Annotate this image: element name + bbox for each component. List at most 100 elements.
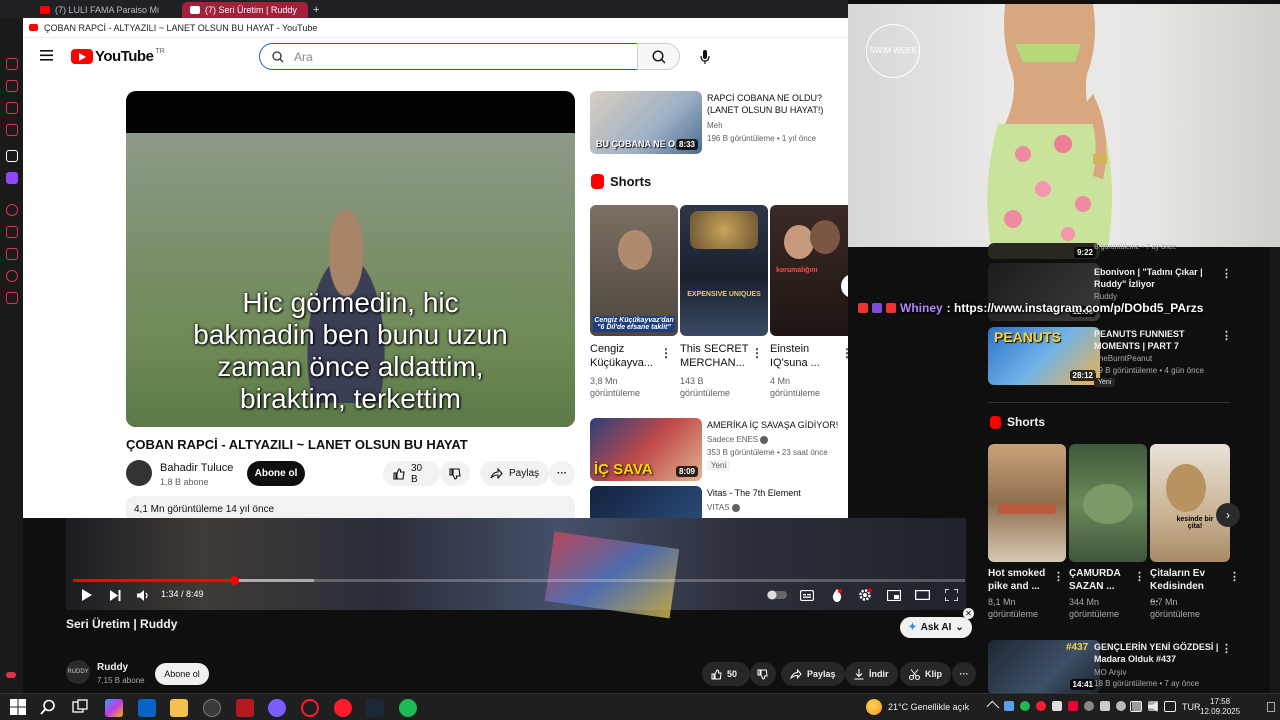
description-box[interactable]: 4,1 Mn görüntüleme 14 yıl önce <box>126 496 575 518</box>
short-title[interactable]: ÇAMURDA SAZAN ... <box>1069 567 1133 593</box>
page-scrollbar[interactable] <box>1270 247 1280 697</box>
channel-name[interactable]: Ruddy <box>97 662 128 673</box>
twitch-icon[interactable] <box>6 172 18 184</box>
channel-name[interactable]: Bahadir Tuluce <box>160 462 233 474</box>
progress-scrubber[interactable] <box>229 576 239 585</box>
show-desktop-button[interactable] <box>1267 702 1275 712</box>
share-button[interactable]: Paylaş <box>781 662 845 686</box>
search-input[interactable]: Ara <box>259 43 638 70</box>
short-card[interactable]: Cengiz Küçükayvaz'dan "6 Dil'de efsane t… <box>590 205 678 336</box>
search-button[interactable] <box>637 43 680 70</box>
tray-app-icon[interactable] <box>1116 701 1126 711</box>
spotify-icon[interactable] <box>399 699 417 717</box>
short-card[interactable] <box>988 444 1066 562</box>
app-icon[interactable] <box>236 699 254 717</box>
new-tab-button[interactable]: + <box>305 2 327 18</box>
tray-app-icon[interactable] <box>1100 701 1110 711</box>
like-button[interactable]: 50 <box>702 662 750 686</box>
tray-app-icon[interactable] <box>1004 701 1014 711</box>
dislike-button[interactable] <box>750 662 776 686</box>
battery-icon[interactable] <box>1164 701 1176 712</box>
language-indicator[interactable]: TUR <box>1182 702 1201 712</box>
sidebar-app-icon[interactable] <box>6 102 18 114</box>
play-button[interactable] <box>79 588 93 602</box>
video-menu-icon[interactable]: ⋮ <box>1221 642 1232 655</box>
sidebar-app-icon[interactable] <box>6 672 16 678</box>
related-video-title[interactable]: AMERİKA İÇ SAVAŞA GİDİYOR! <box>707 419 842 431</box>
browser-tab-seri-uretim[interactable]: (7) Seri Üretim | Ruddy <box>182 2 308 18</box>
short-card[interactable]: EXPENSIVE UNIQUES <box>680 205 768 336</box>
tray-app-icon[interactable] <box>1084 701 1094 711</box>
channel-avatar[interactable] <box>126 460 152 486</box>
youtube-logo[interactable]: YouTube TR <box>71 48 165 65</box>
tray-expand-icon[interactable] <box>986 700 1000 714</box>
weather-icon[interactable] <box>866 699 882 715</box>
video-menu-icon[interactable]: ⋮ <box>1221 267 1232 280</box>
download-button[interactable]: İndir <box>845 662 898 686</box>
recommended-title[interactable]: PEANUTS FUNNIEST MOMENTS | PART 7 <box>1094 328 1219 352</box>
short-menu-icon[interactable]: ⋮ <box>1134 570 1145 583</box>
hamburger-menu-icon[interactable] <box>40 50 53 61</box>
runway-video[interactable]: SWIM WEEK <box>848 4 1280 247</box>
subscribe-button[interactable]: Abone ol <box>247 461 305 486</box>
short-card[interactable] <box>1069 444 1147 562</box>
app-icon[interactable] <box>268 699 286 717</box>
dislike-button[interactable] <box>440 461 470 486</box>
related-video-channel[interactable]: Meh <box>707 120 723 131</box>
taskbar-clock[interactable]: 17:58 12.09.2025 <box>1200 697 1240 717</box>
related-video-title[interactable]: Vitas - The 7th Element <box>707 487 842 499</box>
short-card[interactable]: kesinde bir çita! <box>1150 444 1230 562</box>
ask-ai-button[interactable]: ✦ Ask AI ⌄ <box>900 617 972 638</box>
short-menu-icon[interactable]: ⋮ <box>841 346 848 360</box>
short-menu-icon[interactable]: ⋮ <box>660 346 672 360</box>
shorts-next-button[interactable]: › <box>1216 503 1240 527</box>
recommended-channel[interactable]: TheBurntPeanut <box>1094 353 1152 364</box>
recommended-thumbnail[interactable]: #437 14:41 <box>988 640 1100 694</box>
mute-button[interactable] <box>136 588 150 602</box>
subscribe-button[interactable]: Abone ol <box>155 663 209 685</box>
related-video-channel[interactable]: VITAS <box>707 502 740 513</box>
settings-button[interactable] <box>857 587 873 603</box>
opera-gx-icon[interactable] <box>301 699 319 717</box>
tray-app-icon[interactable] <box>1020 701 1030 711</box>
recommended-channel[interactable]: MO Arşiv <box>1094 667 1126 678</box>
subtitles-button[interactable] <box>799 588 815 602</box>
task-view-icon[interactable] <box>72 699 90 717</box>
share-button[interactable]: Paylaş <box>480 461 550 486</box>
sidebar-app-icon[interactable] <box>6 150 18 162</box>
obs-icon[interactable] <box>203 699 221 717</box>
related-video-thumbnail[interactable] <box>590 486 702 518</box>
more-actions-button[interactable]: ··· <box>549 461 575 486</box>
network-icon[interactable] <box>1130 701 1142 712</box>
autoplay-toggle[interactable] <box>766 588 788 602</box>
related-video-channel[interactable]: Sadece ENES <box>707 434 769 445</box>
sidebar-app-icon[interactable] <box>6 270 18 282</box>
short-menu-icon[interactable]: ⋮ <box>751 346 763 360</box>
related-video-thumbnail[interactable]: İÇ SAVA 8:09 <box>590 418 702 481</box>
sidebar-app-icon[interactable] <box>6 124 18 136</box>
recommended-title[interactable]: GENÇLERİN YENİ GÖZDESİ | Madara Olduk #4… <box>1094 641 1219 665</box>
opera-icon[interactable] <box>334 699 352 717</box>
theater-mode-button[interactable] <box>914 588 930 602</box>
ambient-button[interactable] <box>829 587 845 603</box>
clip-button[interactable]: Klip <box>900 662 951 686</box>
sidebar-app-icon[interactable] <box>6 248 18 260</box>
weather-text[interactable]: 21°C Genellikle açık <box>888 702 969 712</box>
outlook-icon[interactable] <box>138 699 156 717</box>
channel-avatar[interactable]: RUDDY <box>66 660 90 684</box>
more-actions-button[interactable]: ··· <box>952 662 976 686</box>
short-title[interactable]: Cengiz Küçükayva... <box>590 342 660 370</box>
short-menu-icon[interactable]: ⋮ <box>1053 570 1064 583</box>
main-video-player[interactable]: Hic görmedin, hic bakmadin ben bunu uzun… <box>126 91 575 427</box>
search-icon[interactable] <box>40 699 58 717</box>
sidebar-app-icon[interactable] <box>6 204 18 216</box>
short-card[interactable]: korumalığını <box>770 205 848 336</box>
start-button[interactable] <box>10 699 28 717</box>
video-menu-icon[interactable]: ⋮ <box>1221 329 1232 342</box>
recommended-thumbnail[interactable]: 9:22 <box>988 243 1100 259</box>
next-button[interactable] <box>108 588 122 602</box>
settings-icon[interactable] <box>6 292 18 304</box>
tray-app-icon[interactable] <box>1068 701 1078 711</box>
recommended-title[interactable]: Ebonivon | "Tadını Çıkar | Ruddy" İzliyo… <box>1094 266 1229 290</box>
short-title[interactable]: This SECRET MERCHAN... <box>680 342 750 370</box>
